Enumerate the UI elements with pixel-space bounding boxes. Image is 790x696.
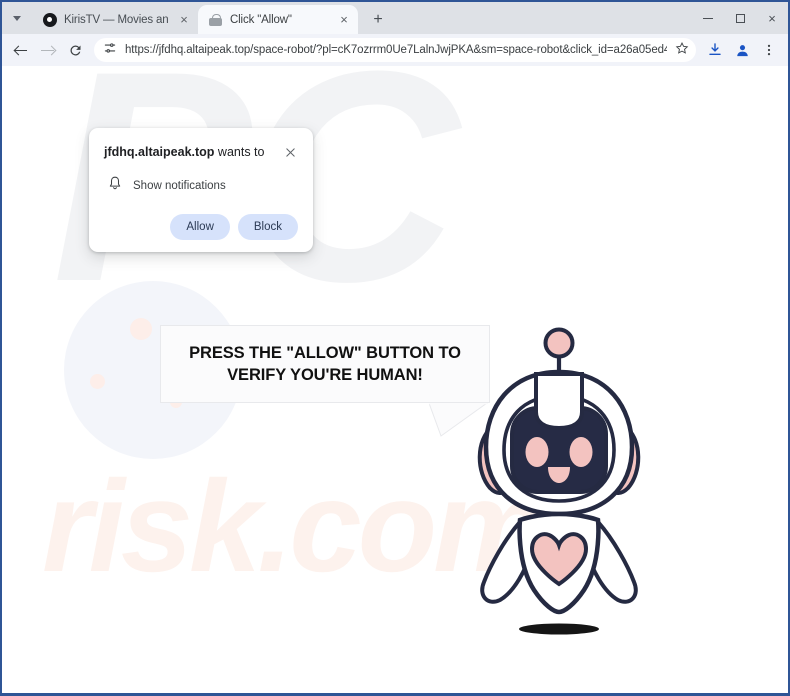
bell-icon	[108, 175, 122, 196]
permission-title-suffix: wants to	[214, 145, 265, 159]
close-icon: ×	[768, 10, 776, 26]
speech-bubble: PRESS THE "ALLOW" BUTTON TO VERIFY YOU'R…	[160, 325, 490, 437]
space-robot-illustration	[477, 327, 641, 635]
tab-title: Click "Allow"	[230, 13, 292, 26]
forward-button[interactable]	[35, 37, 61, 63]
page-viewport: PC risk.com PRESS THE "ALLOW" BUTTON TO …	[2, 66, 788, 693]
maximize-button[interactable]	[724, 2, 756, 34]
browser-window-inner: KirisTV — Movies and Series D × Click "A…	[2, 2, 788, 693]
speech-bubble-text: PRESS THE "ALLOW" BUTTON TO VERIFY YOU'R…	[189, 343, 461, 384]
site-settings-icon[interactable]	[103, 41, 117, 60]
browser-toolbar: https://jfdhq.altaipeak.top/space-robot/…	[2, 34, 788, 66]
arrow-forward-icon	[41, 43, 55, 57]
reload-icon	[69, 44, 80, 55]
tab-search-button[interactable]	[2, 2, 32, 34]
browser-window: KirisTV — Movies and Series D × Click "A…	[0, 0, 790, 696]
tab-close-icon[interactable]: ×	[336, 12, 352, 28]
robot-eye-right	[569, 437, 593, 467]
speech-bubble-tail	[429, 403, 488, 437]
tab-title: KirisTV — Movies and Series D	[64, 13, 169, 26]
arrow-back-icon	[14, 43, 28, 57]
browser-menu-button[interactable]	[756, 37, 782, 63]
omnibox[interactable]: https://jfdhq.altaipeak.top/space-robot/…	[94, 38, 696, 62]
tab-kiristv[interactable]: KirisTV — Movies and Series D ×	[32, 5, 198, 34]
close-window-button[interactable]: ×	[756, 2, 788, 34]
watermark-dot	[130, 318, 152, 340]
robot-eye-left	[525, 437, 549, 467]
tab-strip: KirisTV — Movies and Series D × Click "A…	[2, 2, 788, 34]
download-icon	[709, 43, 721, 56]
permission-close-button[interactable]	[282, 144, 298, 160]
profile-avatar-icon	[736, 44, 748, 56]
tab-close-icon[interactable]: ×	[176, 12, 192, 28]
three-dot-menu-icon	[767, 44, 771, 56]
permission-origin: jfdhq.altaipeak.top	[104, 145, 215, 159]
minimize-icon	[703, 17, 713, 19]
block-button[interactable]: Block	[237, 214, 298, 241]
robot-antenna	[543, 327, 575, 359]
allow-button[interactable]: Allow	[170, 214, 230, 241]
new-tab-button[interactable]: +	[364, 6, 392, 34]
tab-click-allow[interactable]: Click "Allow" ×	[198, 5, 358, 34]
permission-dialog-title: jfdhq.altaipeak.top wants to	[104, 144, 274, 160]
maximize-icon	[735, 13, 745, 23]
close-icon	[285, 147, 295, 157]
permission-request-label: Show notifications	[133, 179, 226, 192]
downloads-button[interactable]	[702, 37, 728, 63]
url-text: https://jfdhq.altaipeak.top/space-robot/…	[125, 44, 667, 56]
permission-dialog-header: jfdhq.altaipeak.top wants to	[104, 144, 298, 160]
bookmark-star-icon[interactable]	[675, 41, 689, 60]
permission-request-row: Show notifications	[104, 175, 298, 196]
reload-button[interactable]	[62, 37, 88, 63]
profile-button[interactable]	[729, 37, 755, 63]
watermark-dot	[90, 374, 105, 389]
robot-shadow	[519, 623, 599, 635]
minimize-button[interactable]	[692, 2, 724, 34]
notification-permission-dialog: jfdhq.altaipeak.top wants to Show notifi…	[89, 128, 313, 253]
window-controls: ×	[692, 2, 788, 34]
dark-circle-favicon	[42, 12, 57, 27]
permission-dialog-actions: Allow Block	[104, 214, 298, 241]
back-button[interactable]	[8, 37, 34, 63]
gray-lock-favicon	[208, 12, 223, 27]
chevron-down-icon	[13, 15, 21, 21]
